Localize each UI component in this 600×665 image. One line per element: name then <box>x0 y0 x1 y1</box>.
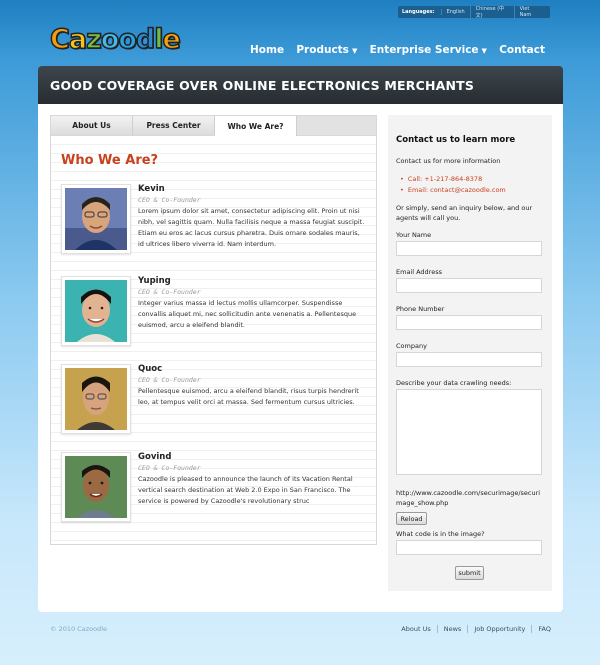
member-role: CEO & Co-Founder <box>138 376 201 384</box>
captcha-field[interactable] <box>396 540 542 555</box>
company-field[interactable] <box>396 352 542 367</box>
phone-label: Phone Number <box>396 305 445 313</box>
member-bio: Integer varius massa id lectus mollis ul… <box>138 299 357 329</box>
lang-vietnam-link[interactable]: Viet Nam <box>513 6 546 18</box>
email-field[interactable] <box>396 278 542 293</box>
logo-letter: a <box>68 23 88 56</box>
tab-bar: About Us Press Center Who We Are? <box>51 116 376 137</box>
avatar <box>61 276 131 346</box>
cazoodle-logo[interactable]: Cazoodle <box>49 22 182 56</box>
submit-button[interactable]: submit <box>455 566 484 580</box>
language-bar: Languages: English Chinese (中文) Viet Nam <box>398 5 550 19</box>
member-name: Kevin <box>138 184 165 194</box>
content-area: About Us Press Center Who We Are? Who We… <box>38 104 563 612</box>
nav-enterprise-service[interactable]: Enterprise Service ▼ <box>370 44 487 56</box>
contact-alt-text: Or simply, send an inquiry below, and ou… <box>396 204 533 222</box>
lang-chinese-link[interactable]: Chinese (中文) <box>469 5 514 19</box>
captcha-label: What code is in the image? <box>396 530 485 538</box>
lang-english-link[interactable]: English <box>440 9 470 15</box>
avatar <box>61 364 131 434</box>
reload-button[interactable]: Reload <box>396 512 427 525</box>
needs-textarea[interactable] <box>396 389 542 475</box>
company-label: Company <box>396 342 427 350</box>
avatar <box>61 452 131 522</box>
member-name: Govind <box>138 452 172 462</box>
email-label: Email Address <box>396 268 442 276</box>
logo-letter: d <box>135 23 156 56</box>
member-name: Quoc <box>138 364 163 374</box>
main-nav: Home Products ▼ Enterprise Service ▼ Conta… <box>250 42 545 58</box>
member-bio: Lorem ipsum dolor sit amet, consectetur … <box>138 207 365 248</box>
member-name: Yuping <box>138 276 171 286</box>
member-role: CEO & Co-Founder <box>138 196 201 204</box>
tab-who-we-are[interactable]: Who We Are? <box>215 116 297 137</box>
footer-faq-link[interactable]: FAQ <box>531 625 551 633</box>
contact-details: Call: +1-217-864-8378 Email: contact@caz… <box>400 174 506 196</box>
contact-intro: Contact us for more information <box>396 157 501 165</box>
name-label: Your Name <box>396 231 432 239</box>
chevron-down-icon: ▼ <box>351 47 358 55</box>
contact-email-link[interactable]: Email: contact@cazoodle.com <box>400 185 506 196</box>
nav-enterprise-label: Enterprise Service <box>369 44 479 56</box>
member-role: CEO & Co-Founder <box>138 464 201 472</box>
section-title: Who We Are? <box>61 153 159 168</box>
nav-contact[interactable]: Contact <box>499 44 545 56</box>
logo-letter: e <box>162 23 182 56</box>
banner-title: GOOD COVERAGE OVER ONLINE ELECTRONICS ME… <box>50 77 475 93</box>
member-bio: Pellentesque euismod, arcu a eleifend bl… <box>138 387 359 406</box>
contact-phone: Call: +1-217-864-8378 <box>400 174 506 185</box>
contact-form-panel: Contact us to learn more Contact us for … <box>388 115 552 591</box>
logo-letter: z <box>85 23 102 56</box>
contact-title: Contact us to learn more <box>396 135 516 145</box>
chevron-down-icon: ▼ <box>481 47 487 55</box>
footer-about-us-link[interactable]: About Us <box>395 625 436 633</box>
avatar <box>61 184 131 254</box>
tab-press-center[interactable]: Press Center <box>133 116 215 135</box>
logo-letter: l <box>153 23 164 56</box>
logo-letter: o <box>118 23 138 56</box>
page-banner: GOOD COVERAGE OVER ONLINE ELECTRONICS ME… <box>38 66 563 104</box>
phone-field[interactable] <box>396 315 542 330</box>
footer-news-link[interactable]: News <box>436 625 468 633</box>
logo-letter: C <box>49 23 70 56</box>
nav-products[interactable]: Products ▼ <box>296 44 357 56</box>
needs-label: Describe your data crawling needs: <box>396 379 512 387</box>
footer-job-opportunity-link[interactable]: Job Opportunity <box>467 625 531 633</box>
footer-links: About Us News Job Opportunity FAQ <box>395 625 551 633</box>
tab-about-us[interactable]: About Us <box>51 116 133 135</box>
nav-products-label: Products <box>296 44 349 56</box>
languages-label: Languages: <box>402 9 435 15</box>
member-bio: Cazoodle is pleased to announce the laun… <box>138 475 353 505</box>
captcha-image-url: http://www.cazoodle.com/securimage/secur… <box>396 489 541 507</box>
who-we-are-panel: About Us Press Center Who We Are? Who We… <box>50 115 377 545</box>
logo-letter: o <box>100 23 120 56</box>
footer-copyright: © 2010 Cazoodle <box>50 625 107 633</box>
member-role: CEO & Co-Founder <box>138 288 201 296</box>
nav-home[interactable]: Home <box>250 44 284 56</box>
name-field[interactable] <box>396 241 542 256</box>
